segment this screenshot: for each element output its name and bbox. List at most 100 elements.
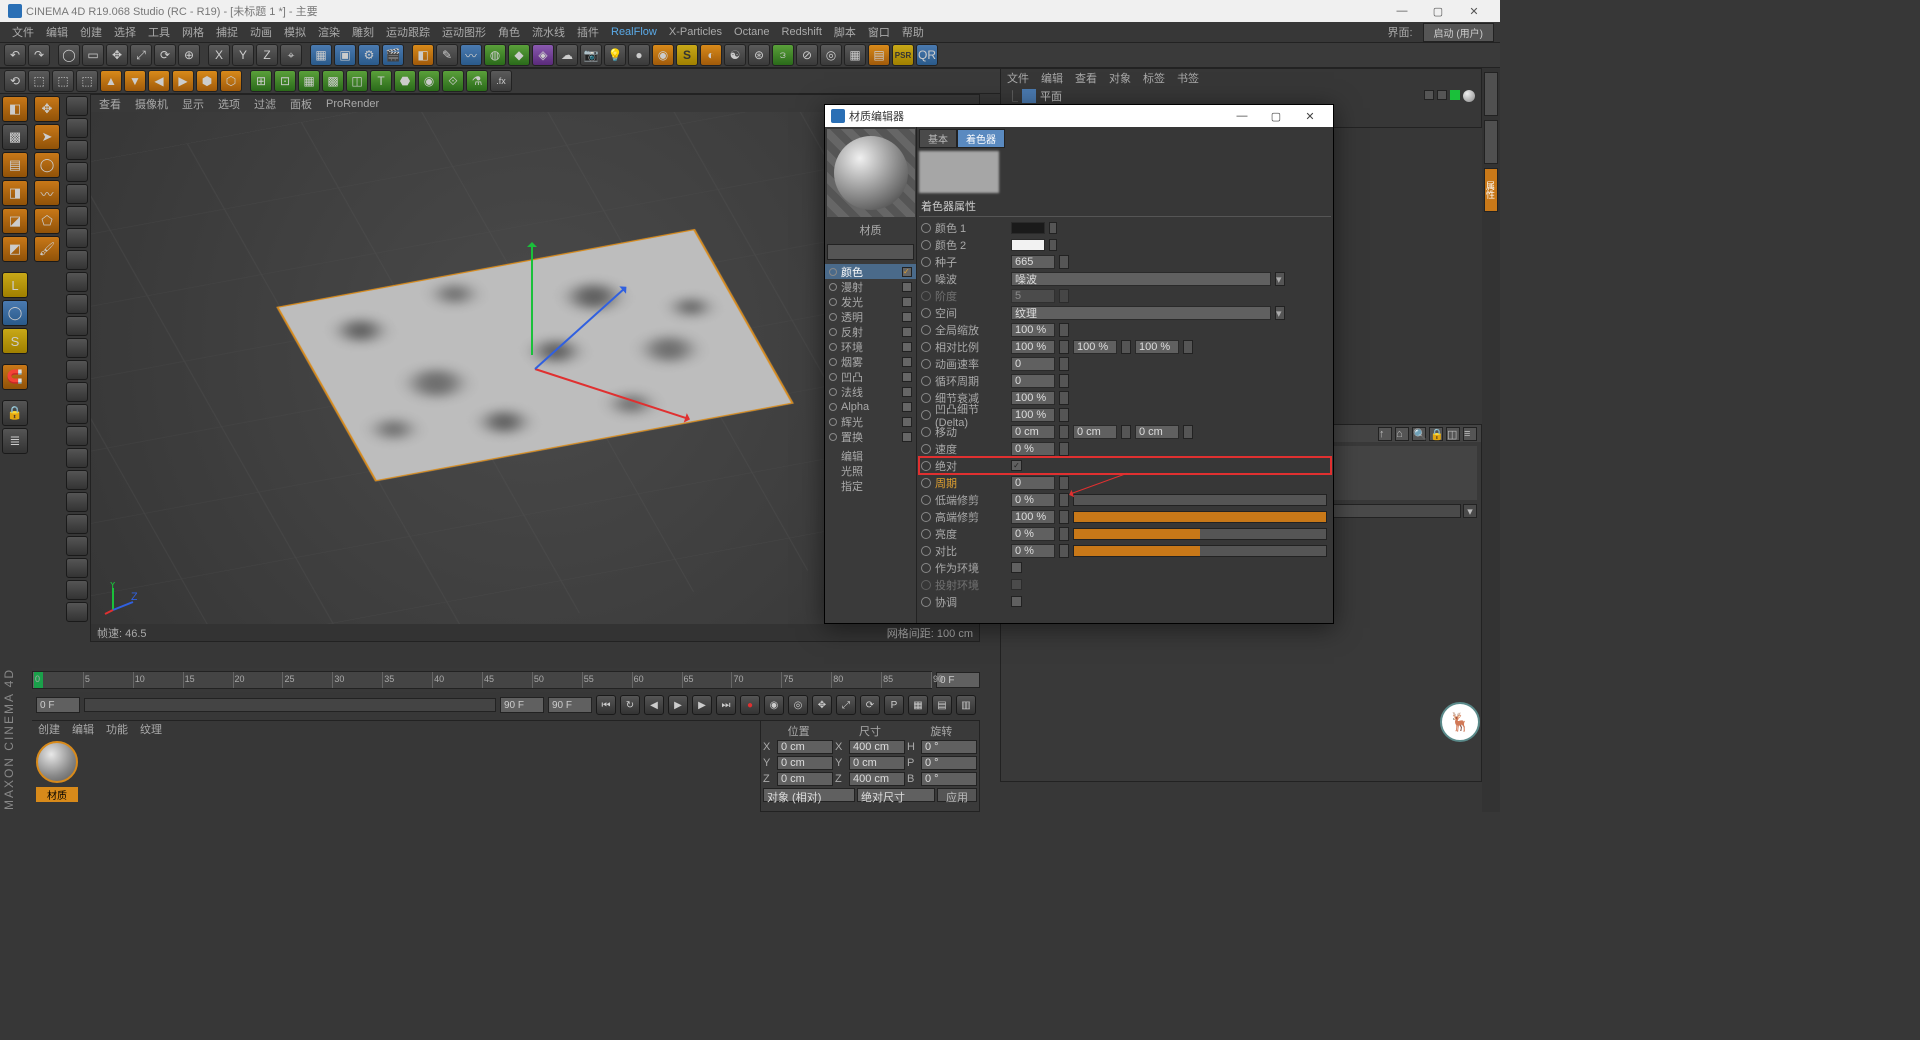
vpmenu-面板[interactable]: 面板: [290, 96, 312, 112]
plugin2-button[interactable]: ◉: [652, 44, 674, 66]
menu-编辑[interactable]: 编辑: [40, 24, 74, 40]
num-field[interactable]: 100 %: [1011, 323, 1055, 337]
camera-button[interactable]: 📷: [580, 44, 602, 66]
num-field[interactable]: 5: [1011, 289, 1055, 303]
rotate-tool-button[interactable]: ⟳: [154, 44, 176, 66]
minimize-button[interactable]: —: [1384, 5, 1420, 17]
tool-d-button[interactable]: ▲: [100, 70, 122, 92]
render-view-button[interactable]: ▦: [310, 44, 332, 66]
slider[interactable]: [1073, 528, 1327, 540]
menu-文件[interactable]: 文件: [6, 24, 40, 40]
key-extra2-button[interactable]: ▥: [956, 695, 976, 715]
key-s-button[interactable]: ⤢: [836, 695, 856, 715]
channel-checkbox[interactable]: [902, 312, 912, 322]
material-editor-dialog[interactable]: 材质编辑器 — ▢ ✕ 材质 颜色漫射发光透明反射环境烟雾凹凸法线Alpha辉光…: [824, 104, 1334, 624]
menu-窗口[interactable]: 窗口: [862, 24, 896, 40]
channel-漫射[interactable]: 漫射: [825, 279, 916, 294]
attr-icon[interactable]: ↑: [1378, 427, 1392, 441]
menu-插件[interactable]: 插件: [571, 24, 605, 40]
maximize-button[interactable]: ▢: [1420, 5, 1456, 18]
palette-button[interactable]: [66, 96, 88, 116]
pos-field[interactable]: 0 cm: [777, 756, 833, 770]
axis-l-button[interactable]: L: [2, 272, 28, 298]
menu-运动图形[interactable]: 运动图形: [436, 24, 492, 40]
timeline-ruler[interactable]: 051015202530354045505560657075808590: [32, 671, 932, 689]
key-p-button[interactable]: ✥: [812, 695, 832, 715]
tool-f-button[interactable]: ◀: [148, 70, 170, 92]
apply-button[interactable]: 应用: [937, 788, 977, 802]
axis-y-gizmo[interactable]: [531, 245, 533, 355]
channel-置换[interactable]: 置换: [825, 429, 916, 444]
shader-tab[interactable]: 着色器: [957, 129, 1005, 148]
palette-button[interactable]: [66, 404, 88, 424]
menu-创建[interactable]: 创建: [74, 24, 108, 40]
plugin3-button[interactable]: S: [676, 44, 698, 66]
plugin9-button[interactable]: ◎: [820, 44, 842, 66]
material-preview[interactable]: [827, 129, 915, 217]
checkbox[interactable]: [1011, 579, 1022, 590]
dialog-maximize-button[interactable]: ▢: [1259, 110, 1293, 123]
num-field[interactable]: 0: [1011, 357, 1055, 371]
render-pv-button[interactable]: 🎬: [382, 44, 404, 66]
right-tab-strip[interactable]: 属性: [1482, 68, 1500, 812]
texture-mode-button[interactable]: ▩: [2, 124, 28, 150]
move-cursor-button[interactable]: ✥: [34, 96, 60, 122]
object-manager-menu[interactable]: 文件编辑查看对象标签书签: [1001, 69, 1481, 86]
brush-tool-button[interactable]: 🖌: [34, 236, 60, 262]
layer-button[interactable]: ≣: [2, 428, 28, 454]
channel-反射[interactable]: 反射: [825, 324, 916, 339]
mograph9-button[interactable]: ⚗: [466, 70, 488, 92]
edge-mode-button[interactable]: ◨: [2, 180, 28, 206]
key-pla-button[interactable]: ▦: [908, 695, 928, 715]
plugin8-button[interactable]: ⊘: [796, 44, 818, 66]
menu-渲染[interactable]: 渲染: [312, 24, 346, 40]
rot-field[interactable]: 0 °: [921, 756, 977, 770]
lock-z-button[interactable]: Z: [256, 44, 278, 66]
pos-field[interactable]: 0 cm: [777, 740, 833, 754]
size-field[interactable]: 400 cm: [849, 772, 905, 786]
menu-X-Particles[interactable]: X-Particles: [663, 26, 728, 38]
pos-field[interactable]: 0 cm: [777, 772, 833, 786]
range-end-field[interactable]: 90 F: [500, 697, 544, 713]
menu-角色[interactable]: 角色: [492, 24, 526, 40]
section-光照[interactable]: 光照: [825, 463, 916, 478]
menu-模拟[interactable]: 模拟: [278, 24, 312, 40]
rot-field[interactable]: 0 °: [921, 772, 977, 786]
cube-primitive-button[interactable]: ◧: [412, 44, 434, 66]
light-button[interactable]: 💡: [604, 44, 626, 66]
material-name-label[interactable]: 材质: [825, 222, 916, 238]
tool-b-button[interactable]: ⬚: [52, 70, 74, 92]
objmenu-书签[interactable]: 书签: [1177, 70, 1199, 86]
play-button[interactable]: ▶: [668, 695, 688, 715]
section-指定[interactable]: 指定: [825, 478, 916, 493]
palette-button[interactable]: [66, 272, 88, 292]
checkbox[interactable]: [1011, 562, 1022, 573]
palette-button[interactable]: [66, 294, 88, 314]
tool-e-button[interactable]: ▼: [124, 70, 146, 92]
current-frame-field[interactable]: 0 F: [36, 697, 80, 713]
matmenu-编辑[interactable]: 编辑: [72, 721, 94, 737]
poly-mode-button[interactable]: ◪: [2, 208, 28, 234]
axis-o-button[interactable]: ◯: [2, 300, 28, 326]
plugin10-button[interactable]: ▦: [844, 44, 866, 66]
plugin11-button[interactable]: ▤: [868, 44, 890, 66]
autokey-button[interactable]: ◉: [764, 695, 784, 715]
mograph5-button[interactable]: ◫: [346, 70, 368, 92]
tool-i-button[interactable]: ⬡: [220, 70, 242, 92]
mograph7-button[interactable]: ◉: [418, 70, 440, 92]
channel-checkbox[interactable]: [902, 402, 912, 412]
objmenu-标签[interactable]: 标签: [1143, 70, 1165, 86]
attr-search-icon[interactable]: 🔍: [1412, 427, 1426, 441]
dialog-titlebar[interactable]: 材质编辑器 — ▢ ✕: [825, 105, 1333, 127]
step-fwd-button[interactable]: ▶: [692, 695, 712, 715]
shader-tab[interactable]: 基本: [919, 129, 957, 148]
loop-button[interactable]: ↻: [620, 695, 640, 715]
lasso-tool-button[interactable]: 〰: [34, 180, 60, 206]
attr-lock-icon[interactable]: 🔒: [1429, 427, 1443, 441]
coord-mode-select[interactable]: 对象 (相对): [763, 788, 855, 802]
palette-button[interactable]: [66, 338, 88, 358]
tool-button[interactable]: ⊕: [178, 44, 200, 66]
channel-Alpha[interactable]: Alpha: [825, 399, 916, 414]
palette-button[interactable]: [66, 228, 88, 248]
attr-new-icon[interactable]: ◫: [1446, 427, 1460, 441]
